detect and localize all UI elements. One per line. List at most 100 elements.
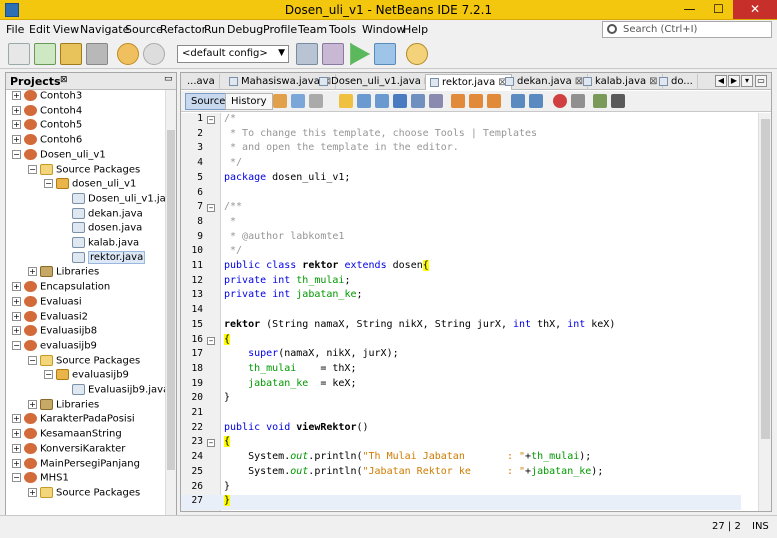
- code-line[interactable]: 21: [181, 407, 741, 422]
- new-project-icon[interactable]: [34, 43, 56, 65]
- tabs-right-icon[interactable]: ▶: [728, 75, 740, 87]
- debug-icon[interactable]: [374, 43, 396, 65]
- tree-toggle-icon[interactable]: +: [12, 458, 21, 468]
- code-line[interactable]: 10 */: [181, 245, 741, 260]
- menu-refactor[interactable]: Refactor: [160, 23, 206, 36]
- editor-tab[interactable]: rektor.java ⊠: [425, 74, 512, 90]
- tree-node[interactable]: + KonversiKarakter: [12, 442, 125, 457]
- tree-toggle-icon[interactable]: +: [12, 120, 21, 130]
- code-line[interactable]: 8 *: [181, 216, 741, 231]
- tree-node[interactable]: dekan.java: [60, 207, 143, 222]
- code-line[interactable]: 13 private int jabatan_ke;: [181, 289, 741, 304]
- tree-toggle-icon[interactable]: −: [44, 179, 53, 189]
- tree-toggle-icon[interactable]: +: [12, 296, 21, 306]
- code-line[interactable]: 25 System.out.println("Jabatan Rektor ke…: [181, 466, 741, 481]
- code-line[interactable]: 23−{: [181, 436, 741, 451]
- toggle-bookmark-icon[interactable]: [487, 94, 501, 108]
- tree-scroll-thumb[interactable]: [167, 130, 175, 470]
- menu-source[interactable]: Source: [125, 23, 163, 36]
- back-icon[interactable]: [291, 94, 305, 108]
- tree-node[interactable]: + Evaluasi: [12, 295, 82, 310]
- code-line[interactable]: 5 package dosen_uli_v1;: [181, 172, 741, 187]
- code-line[interactable]: 22 public void viewRektor(): [181, 422, 741, 437]
- code-line[interactable]: 20}: [181, 392, 741, 407]
- search-box[interactable]: Search (Ctrl+I): [602, 21, 772, 38]
- tree-toggle-icon[interactable]: −: [28, 164, 37, 174]
- uncomment-icon[interactable]: [611, 94, 625, 108]
- tree-toggle-icon[interactable]: +: [12, 429, 21, 439]
- tree-toggle-icon[interactable]: +: [12, 414, 21, 424]
- tree-toggle-icon[interactable]: −: [12, 149, 21, 159]
- tabs-list-icon[interactable]: ▾: [741, 75, 753, 87]
- tree-toggle-icon[interactable]: −: [44, 370, 53, 380]
- tree-node[interactable]: + Evaluasi2: [12, 310, 88, 325]
- prev-bookmark-icon[interactable]: [451, 94, 465, 108]
- tree-node[interactable]: − evaluasijb9: [12, 339, 97, 354]
- tree-node[interactable]: Dosen_uli_v1.java: [60, 192, 166, 207]
- code-line[interactable]: 7−/**: [181, 201, 741, 216]
- history-tab-button[interactable]: History: [225, 93, 273, 110]
- editor-scroll-thumb[interactable]: [761, 119, 770, 439]
- start-macro-icon[interactable]: [553, 94, 567, 108]
- menu-file[interactable]: File: [6, 23, 24, 36]
- close-button[interactable]: ✕: [733, 0, 777, 19]
- menu-tools[interactable]: Tools: [329, 23, 356, 36]
- tree-node[interactable]: Evaluasijb9.java: [60, 384, 166, 398]
- tree-node[interactable]: + Contoh3: [12, 90, 82, 104]
- tree-node[interactable]: + Contoh5: [12, 119, 82, 133]
- menu-edit[interactable]: Edit: [29, 23, 50, 36]
- code-line[interactable]: 14: [181, 304, 741, 319]
- code-line[interactable]: 4 */: [181, 157, 741, 172]
- tree-node[interactable]: − evaluasijb9: [44, 369, 129, 383]
- tree-node[interactable]: − Source Packages: [28, 354, 140, 369]
- find-next-icon[interactable]: [375, 94, 389, 108]
- build-hammer-icon[interactable]: [296, 43, 318, 65]
- tree-node[interactable]: + Encapsulation: [12, 281, 110, 295]
- restore-window-icon[interactable]: ▭: [755, 75, 767, 87]
- open-project-icon[interactable]: [60, 43, 82, 65]
- next-bookmark-icon[interactable]: [469, 94, 483, 108]
- find-prev-icon[interactable]: [357, 94, 371, 108]
- fold-toggle-icon[interactable]: −: [207, 336, 215, 345]
- panel-close-icon[interactable]: ⊠: [60, 75, 68, 85]
- toggle-highlight-icon[interactable]: [393, 94, 407, 108]
- menu-run[interactable]: Run: [204, 23, 225, 36]
- minimize-button[interactable]: —: [675, 0, 704, 19]
- find-icon[interactable]: [339, 94, 353, 108]
- code-line[interactable]: 18 th_mulai = thX;: [181, 363, 741, 378]
- tabs-left-icon[interactable]: ◀: [715, 75, 727, 87]
- menu-navigate[interactable]: Navigate: [80, 23, 129, 36]
- code-line[interactable]: 24 System.out.println("Th Mulai Jabatan …: [181, 451, 741, 466]
- code-line[interactable]: 2 * To change this template, choose Tool…: [181, 128, 741, 143]
- tree-node[interactable]: − Source Packages: [28, 163, 140, 178]
- tree-toggle-icon[interactable]: +: [12, 326, 21, 336]
- tree-toggle-icon[interactable]: +: [12, 91, 21, 100]
- clean-build-icon[interactable]: [322, 43, 344, 65]
- tree-node[interactable]: + Libraries: [28, 398, 99, 413]
- tree-toggle-icon[interactable]: +: [12, 135, 21, 145]
- menu-debug[interactable]: Debug: [227, 23, 263, 36]
- editor-tab[interactable]: dekan.java ⊠: [501, 74, 589, 90]
- fold-toggle-icon[interactable]: −: [207, 204, 215, 213]
- tree-node[interactable]: + Contoh6: [12, 134, 82, 148]
- tree-node[interactable]: + KarakterPadaPosisi: [12, 413, 135, 427]
- tree-node[interactable]: + KesamaanString: [12, 428, 122, 442]
- editor-tab[interactable]: kalab.java ⊠: [579, 74, 663, 90]
- code-line[interactable]: 19 jabatan_ke = keX;: [181, 378, 741, 393]
- code-line[interactable]: 17 super(namaX, nikX, jurX);: [181, 348, 741, 363]
- maximize-button[interactable]: ☐: [704, 0, 733, 19]
- tree-toggle-icon[interactable]: −: [12, 473, 21, 483]
- stop-macro-icon[interactable]: [571, 94, 585, 108]
- forward-icon[interactable]: [309, 94, 323, 108]
- tree-toggle-icon[interactable]: +: [28, 487, 37, 497]
- redo-icon[interactable]: [143, 43, 165, 65]
- code-line[interactable]: 15 rektor (String namaX, String nikX, Str…: [181, 319, 741, 334]
- tree-node[interactable]: + Evaluasijb8: [12, 325, 97, 339]
- run-icon[interactable]: [350, 43, 370, 65]
- shift-right-icon[interactable]: [529, 94, 543, 108]
- tree-node[interactable]: kalab.java: [60, 237, 139, 251]
- code-line[interactable]: 3 * and open the template in the editor.: [181, 142, 741, 157]
- tree-scrollbar[interactable]: [165, 90, 176, 531]
- bookmark-icon[interactable]: [429, 94, 443, 108]
- code-line[interactable]: 11 public class rektor extends dosen{: [181, 260, 741, 275]
